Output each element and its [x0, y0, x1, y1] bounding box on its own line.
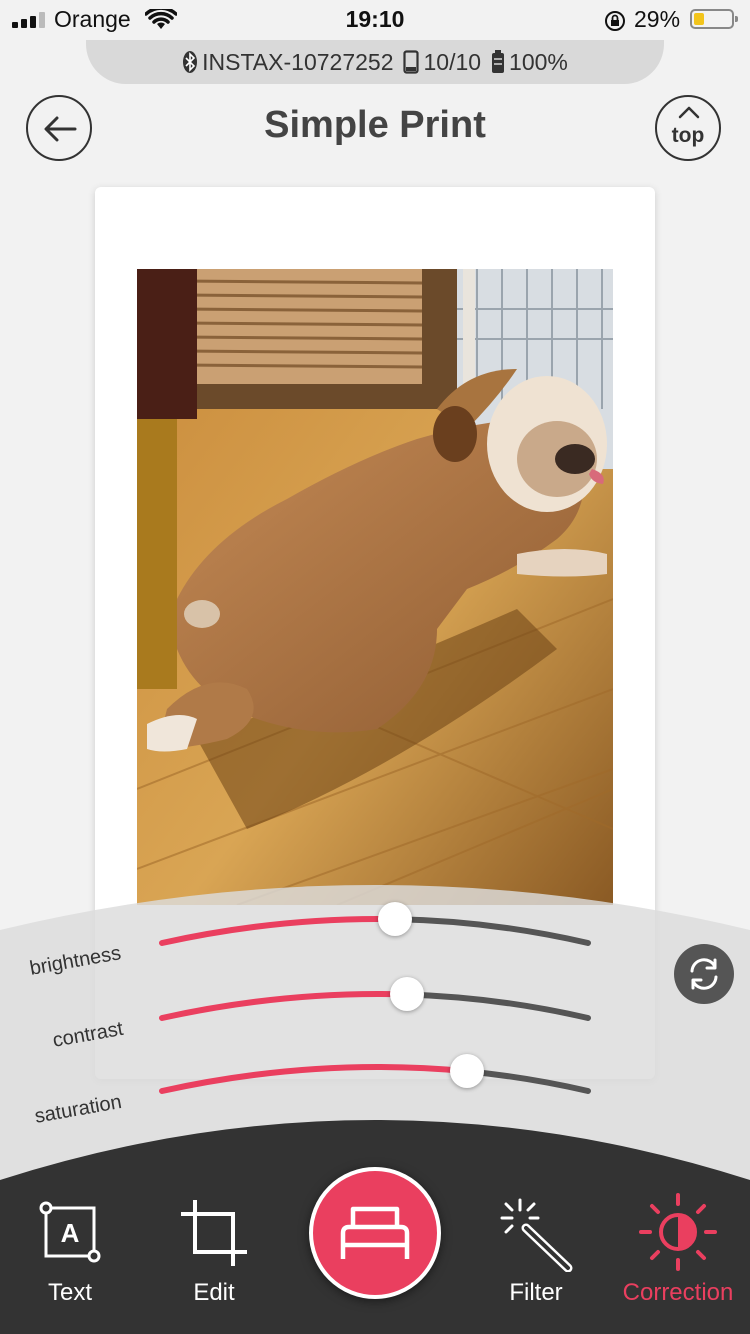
saturation-label: saturation — [33, 1090, 124, 1128]
tab-edit-label: Edit — [193, 1279, 235, 1306]
printer-name-group: INSTAX-10727252 — [182, 49, 393, 76]
reset-correction-button[interactable] — [674, 944, 734, 1004]
magic-wand-icon — [500, 1198, 573, 1272]
battery-icon — [690, 9, 738, 29]
printer-battery: 100% — [509, 48, 568, 75]
film-count-group: 10/10 — [403, 49, 481, 76]
brightness-slider-knob[interactable] — [377, 902, 412, 937]
photo-preview[interactable] — [137, 269, 613, 905]
tab-edit[interactable]: Edit — [144, 1190, 284, 1310]
status-bar: Orange 19:10 29% — [0, 0, 750, 40]
film-pack-icon — [403, 50, 420, 74]
print-button[interactable] — [309, 1167, 441, 1299]
reset-icon — [690, 958, 718, 990]
printer-icon — [340, 1206, 410, 1259]
tab-correction-label: Correction — [622, 1279, 734, 1306]
brightness-contrast-icon — [639, 1193, 717, 1271]
tab-filter[interactable]: Filter — [466, 1190, 606, 1310]
tab-text[interactable]: A Text — [0, 1190, 140, 1310]
printer-battery-group: 100% — [491, 49, 568, 76]
film-count: 10/10 — [423, 48, 482, 75]
printer-name: INSTAX-10727252 — [202, 48, 394, 75]
top-label: top — [671, 124, 705, 147]
photo-image — [137, 269, 613, 905]
page-title: Simple Print — [264, 104, 486, 146]
tab-correction[interactable]: Correction — [608, 1190, 748, 1310]
printer-info-bar: INSTAX-10727252 10/10 100% — [86, 40, 664, 84]
top-button[interactable]: top — [655, 95, 721, 161]
battery-percent: 29% — [634, 6, 681, 32]
text-box-icon: A — [39, 1201, 101, 1263]
chevron-up-icon — [678, 106, 700, 119]
bluetooth-icon — [183, 51, 198, 73]
tab-filter-label: Filter — [509, 1279, 563, 1306]
saturation-slider-knob[interactable] — [449, 1054, 484, 1089]
tab-text-label: Text — [47, 1279, 92, 1306]
svg-text:A: A — [61, 1218, 80, 1248]
orientation-lock-icon — [605, 11, 625, 31]
crop-icon — [181, 1200, 247, 1266]
battery-icon — [492, 50, 505, 73]
